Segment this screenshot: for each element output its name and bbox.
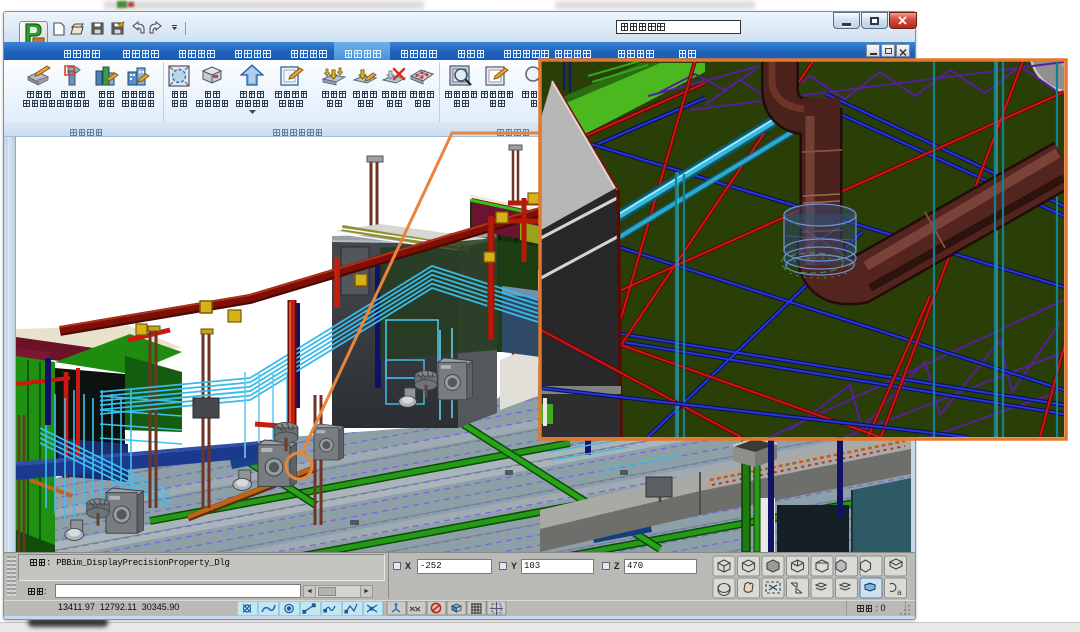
- svg-text:a: a: [897, 588, 902, 597]
